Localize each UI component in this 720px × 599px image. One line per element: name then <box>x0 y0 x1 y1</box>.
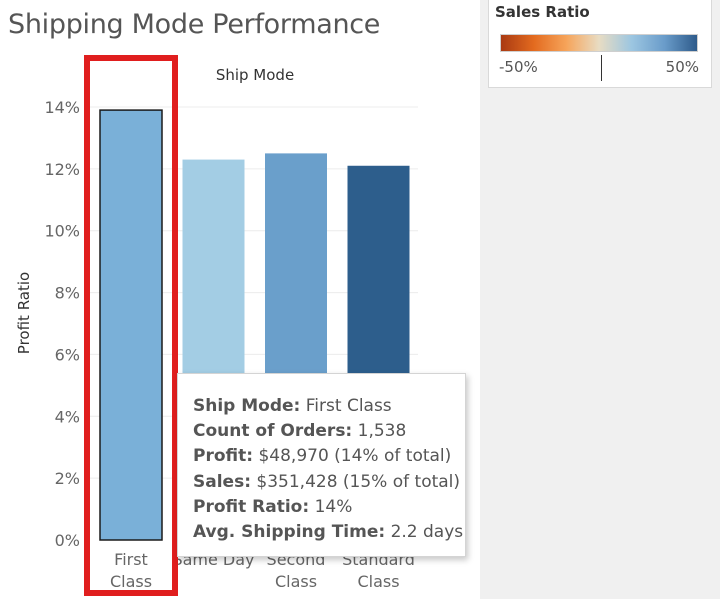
y-tick-label: 6% <box>55 345 80 364</box>
tooltip-line: Count of Orders: 1,538 <box>193 419 465 444</box>
column-header: Ship Mode <box>216 66 294 84</box>
y-tick-label: 14% <box>44 98 80 117</box>
tooltip-key: Profit: <box>193 446 254 467</box>
tooltip-line: Profit Ratio: 14% <box>193 495 465 520</box>
tooltip-line: Sales: $351,428 (15% of total) <box>193 470 465 495</box>
tooltip-value: 14% <box>309 496 353 517</box>
tooltip-line: Avg. Shipping Time: 2.2 days <box>193 520 465 545</box>
y-tick-label: 0% <box>55 531 80 550</box>
y-tick-label: 10% <box>44 222 80 241</box>
y-tick-label: 12% <box>44 160 80 179</box>
tooltip-key: Profit Ratio: <box>193 496 310 517</box>
tooltip-key: Count of Orders: <box>193 421 353 442</box>
y-axis-title: Profit Ratio <box>15 272 33 354</box>
tooltip-value: First Class <box>300 396 392 416</box>
tooltip-key: Avg. Shipping Time: <box>193 522 386 543</box>
x-category-label: Class <box>275 572 317 591</box>
tooltip: Ship Mode: First Class Count of Orders: 1… <box>177 373 466 557</box>
x-category-label: Class <box>110 572 152 591</box>
tooltip-line: Profit: $48,970 (14% of total) <box>193 444 465 469</box>
tooltip-key: Sales: <box>193 471 251 492</box>
tooltip-value: $48,970 (14% of total) <box>253 446 452 467</box>
bar-first-class[interactable] <box>99 109 163 541</box>
x-category-label: First <box>114 550 148 569</box>
y-tick-label: 4% <box>55 407 80 426</box>
y-tick-label: 2% <box>55 469 80 488</box>
y-tick-label: 8% <box>55 284 80 303</box>
tooltip-value: 2.2 days <box>385 522 464 543</box>
tooltip-key: Ship Mode: <box>193 396 301 416</box>
tooltip-value: $351,428 (15% of total) <box>251 471 461 492</box>
x-category-label: Class <box>357 572 399 591</box>
tooltip-value: 1,538 <box>352 421 407 442</box>
tooltip-line: Ship Mode: First Class <box>193 394 465 419</box>
